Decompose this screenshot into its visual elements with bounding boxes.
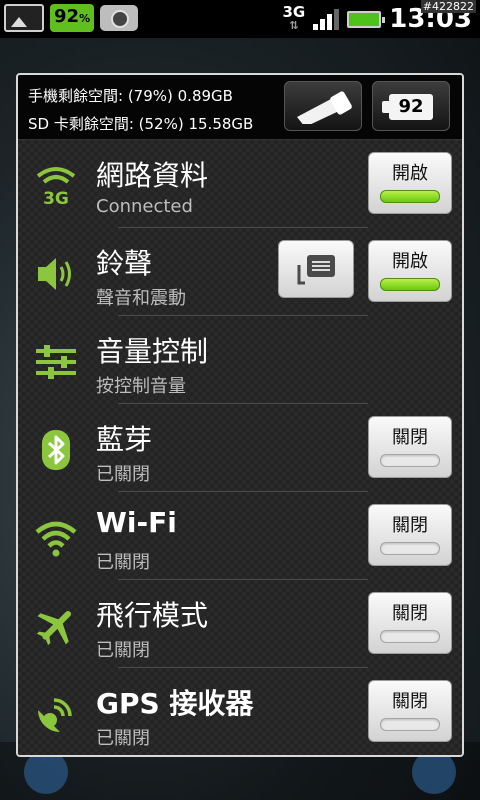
toggle-label: 關閉 — [392, 691, 428, 712]
airplane-icon — [36, 610, 72, 646]
status-bar: 92% 3G ⇅ 13:03 #422822 — [0, 0, 480, 38]
svg-text:3G: 3G — [43, 189, 69, 208]
gps-icon — [38, 698, 72, 732]
wifi-icon — [35, 521, 77, 557]
item-title: GPS 接收器 — [96, 687, 254, 720]
ringer-toggle[interactable]: 開啟 — [368, 240, 452, 302]
item-subtitle: 已關閉 — [96, 728, 150, 749]
phone-storage-text: 手機剩餘空間: (79%) 0.89GB — [28, 87, 233, 105]
list-item-ringer[interactable]: 鈴聲 聲音和震動 開啟 — [18, 228, 462, 316]
item-subtitle: 已關閉 — [96, 640, 150, 661]
airplane-mode-toggle[interactable]: 關閉 — [368, 592, 452, 654]
item-title: 音量控制 — [96, 335, 209, 368]
settings-list: 3G 網路資料 Connected 開啟 鈴聲 聲音和震動 開啟 音量控制 按控… — [18, 140, 462, 755]
item-subtitle: Connected — [96, 196, 193, 217]
battery-percent-sign: % — [79, 12, 91, 25]
battery-status-button[interactable]: 92 — [372, 81, 450, 131]
item-title: Wi-Fi — [96, 506, 177, 539]
toggle-indicator — [380, 190, 440, 203]
network-type-label: 3G — [282, 3, 306, 21]
toggle-indicator — [380, 278, 440, 291]
sliders-icon — [36, 345, 76, 379]
bluetooth-toggle[interactable]: 關閉 — [368, 416, 452, 478]
toggle-indicator — [380, 630, 440, 643]
list-item-airplane-mode[interactable]: 飛行模式 已關閉 關閉 — [18, 580, 462, 668]
list-item-bluetooth[interactable]: 藍芽 已關閉 關閉 — [18, 404, 462, 492]
toggle-label: 開啟 — [392, 251, 428, 272]
gps-toggle[interactable]: 關閉 — [368, 680, 452, 742]
storage-header: 手機剩餘空間: (79%) 0.89GB SD 卡剩餘空間: (52%) 15.… — [18, 75, 462, 140]
mobile-data-toggle[interactable]: 開啟 — [368, 152, 452, 214]
list-item-wifi[interactable]: Wi-Fi 已關閉 關閉 — [18, 492, 462, 580]
item-title: 藍芽 — [96, 423, 153, 456]
quick-settings-panel: 手機剩餘空間: (79%) 0.89GB SD 卡剩餘空間: (52%) 15.… — [16, 73, 464, 757]
network-type-indicator: 3G ⇅ — [282, 5, 305, 33]
item-title: 鈴聲 — [96, 247, 153, 280]
toggle-label: 關閉 — [392, 427, 428, 448]
toggle-label: 開啟 — [392, 163, 428, 184]
flashlight-icon — [297, 91, 352, 124]
speaker-icon — [38, 258, 71, 290]
item-subtitle: 按控制音量 — [96, 376, 186, 397]
toggle-indicator — [380, 718, 440, 731]
battery-percent-badge: 92% — [50, 4, 95, 32]
ringer-mode-button[interactable] — [278, 240, 354, 298]
list-item-mobile-data[interactable]: 3G 網路資料 Connected 開啟 — [18, 140, 462, 228]
toggle-indicator — [380, 454, 440, 467]
photo-notification-icon — [4, 4, 44, 32]
wifi-toggle[interactable]: 關閉 — [368, 504, 452, 566]
list-item-gps[interactable]: GPS 接收器 已關閉 關閉 — [18, 668, 462, 755]
list-item-volume-control[interactable]: 音量控制 按控制音量 — [18, 316, 462, 404]
sd-storage-text: SD 卡剩餘空間: (52%) 15.58GB — [28, 115, 254, 133]
item-title: 飛行模式 — [96, 599, 209, 632]
bluetooth-icon — [42, 430, 70, 470]
message-icon — [297, 255, 335, 285]
signal-strength-icon — [313, 8, 340, 30]
camera-notification-icon — [100, 5, 139, 31]
data-activity-icon: ⇅ — [289, 19, 299, 32]
notification-icons: 92% — [4, 4, 139, 32]
flashlight-button[interactable] — [284, 81, 362, 131]
item-subtitle: 聲音和震動 — [96, 288, 186, 309]
toggle-label: 關閉 — [392, 603, 428, 624]
3g-data-icon: 3G — [36, 167, 76, 208]
item-subtitle: 已關閉 — [96, 552, 150, 573]
watermark: #422822 — [420, 0, 476, 13]
battery-level-text: 92 — [389, 94, 433, 120]
battery-icon — [347, 10, 386, 28]
item-title: 網路資料 — [96, 159, 209, 192]
battery-percent-value: 92 — [54, 6, 80, 27]
item-subtitle: 已關閉 — [96, 464, 150, 485]
toggle-indicator — [380, 542, 440, 555]
toggle-label: 關閉 — [392, 515, 428, 536]
